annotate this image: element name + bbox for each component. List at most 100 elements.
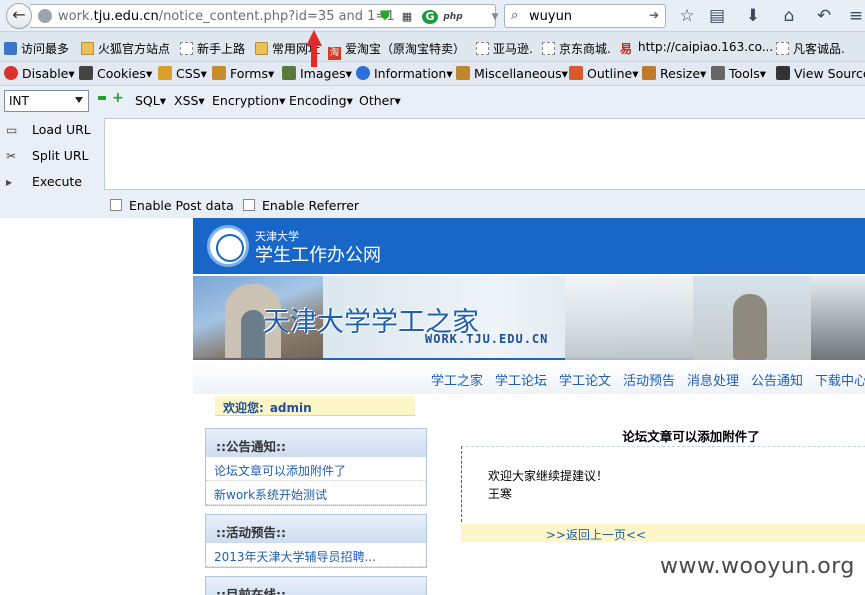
article-author: 王寒	[488, 487, 513, 501]
welcome-username: admin	[269, 401, 312, 415]
tools-icon	[711, 66, 725, 80]
checkbox-box[interactable]	[243, 199, 255, 211]
menu-icon[interactable]: ≡	[845, 5, 865, 27]
php-badge-icon[interactable]: php	[440, 10, 466, 24]
list-item[interactable]: 2013年天津大学辅导员招聘...	[206, 543, 426, 567]
hackbar-url-textarea[interactable]	[104, 118, 865, 190]
annotation-arrow-icon	[306, 30, 322, 46]
bookmark-vancl[interactable]: 凡客诚品.	[776, 40, 845, 57]
site-banner: 天津大学学工之家 WORK.TJU.EDU.CN	[193, 276, 865, 360]
undo-icon[interactable]: ↶	[813, 5, 835, 27]
bookmark-most-visited[interactable]: 访问最多	[4, 40, 69, 57]
url-text[interactable]: work.tju.edu.cn/notice_content.php?id=35…	[58, 9, 395, 24]
hackbar-menu-other[interactable]: Other▾	[359, 93, 401, 108]
decrease-icon[interactable]	[98, 96, 106, 100]
article-line: 欢迎大家继续提建议！	[488, 469, 609, 483]
events-box-title: ::活动预告::	[206, 515, 426, 543]
banner-photo-right	[811, 276, 865, 360]
online-box: ::目前在线::	[205, 576, 427, 595]
header-site-name: 学生工作办公网	[255, 245, 381, 266]
events-box: ::活动预告:: 2013年天津大学辅导员招聘...	[205, 514, 427, 568]
checkbox-box[interactable]	[110, 199, 122, 211]
hackbar-menu-xss[interactable]: XSS▾	[174, 93, 205, 108]
bookmark-caipiao[interactable]: 易 http://caipiao.163.co...	[620, 40, 773, 56]
list-item[interactable]: 论坛文章可以添加附件了	[206, 457, 426, 481]
devbar-tools[interactable]: Tools▾	[711, 66, 766, 81]
search-icon	[4, 42, 17, 55]
enable-referrer-checkbox[interactable]: Enable Referrer	[243, 198, 359, 213]
miscellaneous-icon	[456, 66, 470, 80]
enable-post-data-checkbox[interactable]: Enable Post data	[110, 198, 234, 213]
shield-icon[interactable]: ⛊	[378, 10, 392, 24]
nav-events[interactable]: 活动预告	[623, 370, 675, 389]
bookmark-getting-started[interactable]: 新手上路	[180, 40, 245, 57]
bookmark-star-icon[interactable]: ☆	[676, 5, 698, 27]
url-dropdown-icon[interactable]: ▼	[488, 10, 502, 24]
hackbar-menu-encoding[interactable]: Encoding▾	[289, 93, 353, 108]
devbar-css[interactable]: CSS▾	[158, 66, 207, 81]
reading-list-icon[interactable]: ▤	[706, 5, 728, 27]
online-box-title: ::目前在线::	[206, 577, 426, 595]
notice-box-title: ::公告通知::	[206, 429, 426, 457]
taobao-icon: 淘	[328, 47, 341, 60]
search-input[interactable]: wuyun	[529, 9, 572, 24]
hackbar-menu-sql[interactable]: SQL▾	[135, 93, 166, 108]
back-link[interactable]: >>返回上一页<<	[461, 524, 865, 542]
nav-messages[interactable]: 消息处理	[687, 370, 739, 389]
devbar-forms[interactable]: Forms▾	[212, 66, 274, 81]
load-url-button[interactable]: ▭ Load URL	[6, 122, 91, 137]
site-header: 天津大学 学生工作办公网	[193, 218, 865, 274]
back-arrow-icon: ←	[12, 5, 26, 24]
search-icon: ⌕	[511, 8, 519, 23]
article-body: 欢迎大家继续提建议！ 王寒	[461, 446, 865, 522]
devbar-outline[interactable]: Outline▾	[569, 66, 639, 81]
forms-icon	[212, 66, 226, 80]
qr-code-icon[interactable]: ▦	[400, 10, 414, 24]
nav-papers[interactable]: 学工论文	[559, 370, 611, 389]
devbar-disable[interactable]: Disable▾	[4, 66, 75, 81]
devbar-information[interactable]: Information▾	[356, 66, 453, 81]
search-bar[interactable]: ⌕ wuyun ➔	[504, 4, 666, 28]
web-developer-toolbar: Disable▾ Cookies▾ CSS▾ Forms▾ Images▾ In…	[0, 62, 865, 86]
devbar-view-source[interactable]: View Source▾	[776, 66, 865, 81]
search-go-icon[interactable]: ➔	[649, 8, 659, 22]
article-title: 论坛文章可以添加附件了	[622, 429, 760, 444]
devbar-cookies[interactable]: Cookies▾	[79, 66, 152, 81]
list-item[interactable]: 新work系统开始测试	[206, 481, 426, 505]
bookmark-taobao[interactable]: 淘爱淘宝（原淘宝特卖）	[328, 40, 465, 60]
netease-icon: 易	[620, 42, 633, 56]
bookmark-firefox-site[interactable]: 火狐官方站点	[81, 40, 170, 57]
disable-icon	[4, 66, 18, 80]
hackbar-menu-encryption[interactable]: Encryption▾	[212, 93, 285, 108]
devbar-images[interactable]: Images▾	[282, 66, 352, 81]
url-bar[interactable]: work.tju.edu.cn/notice_content.php?id=35…	[30, 4, 518, 28]
bookmarks-toolbar: 访问最多 火狐官方站点 新手上路 常用网址 淘爱淘宝（原淘宝特卖） 亚马逊. 京…	[0, 32, 865, 62]
home-icon[interactable]: ⌂	[778, 5, 800, 27]
download-icon[interactable]: ⬇	[742, 5, 764, 27]
execute-button[interactable]: ▸ Execute	[6, 174, 82, 189]
annotation-arrow-stem	[311, 45, 317, 67]
execute-icon: ▸	[6, 175, 13, 189]
devbar-miscellaneous[interactable]: Miscellaneous▾	[456, 66, 568, 81]
nav-forum[interactable]: 学工论坛	[495, 370, 547, 389]
split-url-button[interactable]: ✂ Split URL	[6, 148, 89, 163]
notice-box: ::公告通知:: 论坛文章可以添加附件了 新work系统开始测试	[205, 428, 427, 506]
nav-home[interactable]: 学工之家	[431, 370, 483, 389]
hackbar-type-select[interactable]: INT	[4, 90, 89, 112]
back-button[interactable]: ←	[6, 3, 32, 29]
bookmark-jd[interactable]: 京东商城.	[542, 40, 611, 57]
g-badge-icon[interactable]: G	[422, 10, 438, 24]
dashed-page-icon	[476, 42, 489, 55]
devbar-resize[interactable]: Resize▾	[642, 66, 706, 81]
split-url-icon: ✂	[6, 149, 17, 163]
banner-subtitle: WORK.TJU.EDU.CN	[425, 332, 549, 346]
nav-notices[interactable]: 公告通知	[751, 370, 803, 389]
dashed-page-icon	[180, 42, 193, 55]
bookmark-amazon[interactable]: 亚马逊.	[476, 40, 533, 57]
increase-icon[interactable]: +	[112, 91, 126, 105]
nav-downloads[interactable]: 下载中心	[815, 370, 865, 389]
banner-photo-statue	[693, 276, 811, 360]
banner-photo-building	[565, 276, 693, 360]
resize-icon	[642, 66, 656, 80]
hackbar-panel: INT + SQL▾ XSS▾ Encryption▾ Encoding▾ Ot…	[0, 86, 865, 218]
